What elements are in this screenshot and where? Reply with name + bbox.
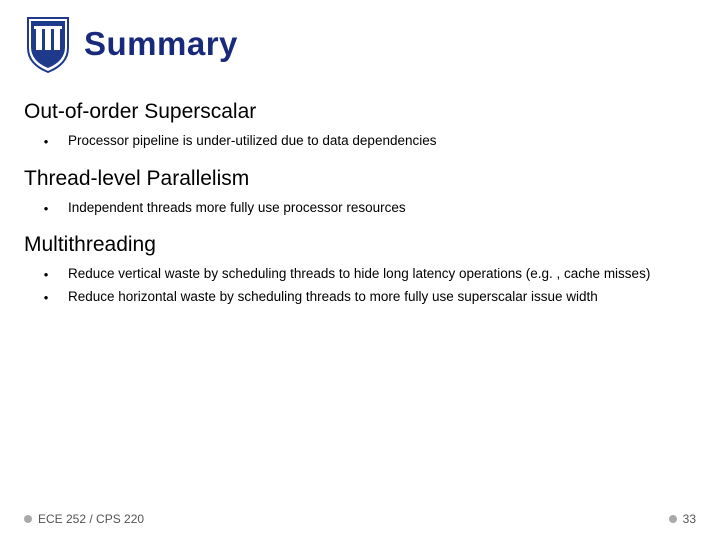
bullet-icon: • xyxy=(24,288,68,307)
bullet-list: • Independent threads more fully use pro… xyxy=(24,199,696,218)
bullet-list: • Processor pipeline is under-utilized d… xyxy=(24,132,696,151)
section-1: Thread-level Parallelism • Independent t… xyxy=(24,167,696,218)
section-2: Multithreading • Reduce vertical waste b… xyxy=(24,233,696,306)
shield-logo-icon xyxy=(24,14,72,74)
footer-right: 33 xyxy=(669,512,696,526)
dot-icon xyxy=(669,515,677,523)
title-row: Summary xyxy=(24,14,696,74)
section-heading: Out-of-order Superscalar xyxy=(24,100,696,124)
dot-icon xyxy=(24,515,32,523)
section-0: Out-of-order Superscalar • Processor pip… xyxy=(24,100,696,151)
list-item: • Independent threads more fully use pro… xyxy=(24,199,696,218)
footer: ECE 252 / CPS 220 33 xyxy=(0,512,720,526)
list-item: • Reduce vertical waste by scheduling th… xyxy=(24,265,696,284)
bullet-icon: • xyxy=(24,265,68,284)
slide-title: Summary xyxy=(84,25,238,63)
section-heading: Multithreading xyxy=(24,233,696,257)
bullet-icon: • xyxy=(24,199,68,218)
bullet-text: Independent threads more fully use proce… xyxy=(68,199,696,217)
bullet-icon: • xyxy=(24,132,68,151)
bullet-text: Reduce vertical waste by scheduling thre… xyxy=(68,265,696,283)
section-heading: Thread-level Parallelism xyxy=(24,167,696,191)
bullet-text: Processor pipeline is under-utilized due… xyxy=(68,132,696,150)
list-item: • Reduce horizontal waste by scheduling … xyxy=(24,288,696,307)
footer-left: ECE 252 / CPS 220 xyxy=(24,512,144,526)
list-item: • Processor pipeline is under-utilized d… xyxy=(24,132,696,151)
bullet-text: Reduce horizontal waste by scheduling th… xyxy=(68,288,696,306)
bullet-list: • Reduce vertical waste by scheduling th… xyxy=(24,265,696,306)
page-number: 33 xyxy=(683,512,696,526)
slide: Summary Out-of-order Superscalar • Proce… xyxy=(0,0,720,540)
course-label: ECE 252 / CPS 220 xyxy=(38,512,144,526)
